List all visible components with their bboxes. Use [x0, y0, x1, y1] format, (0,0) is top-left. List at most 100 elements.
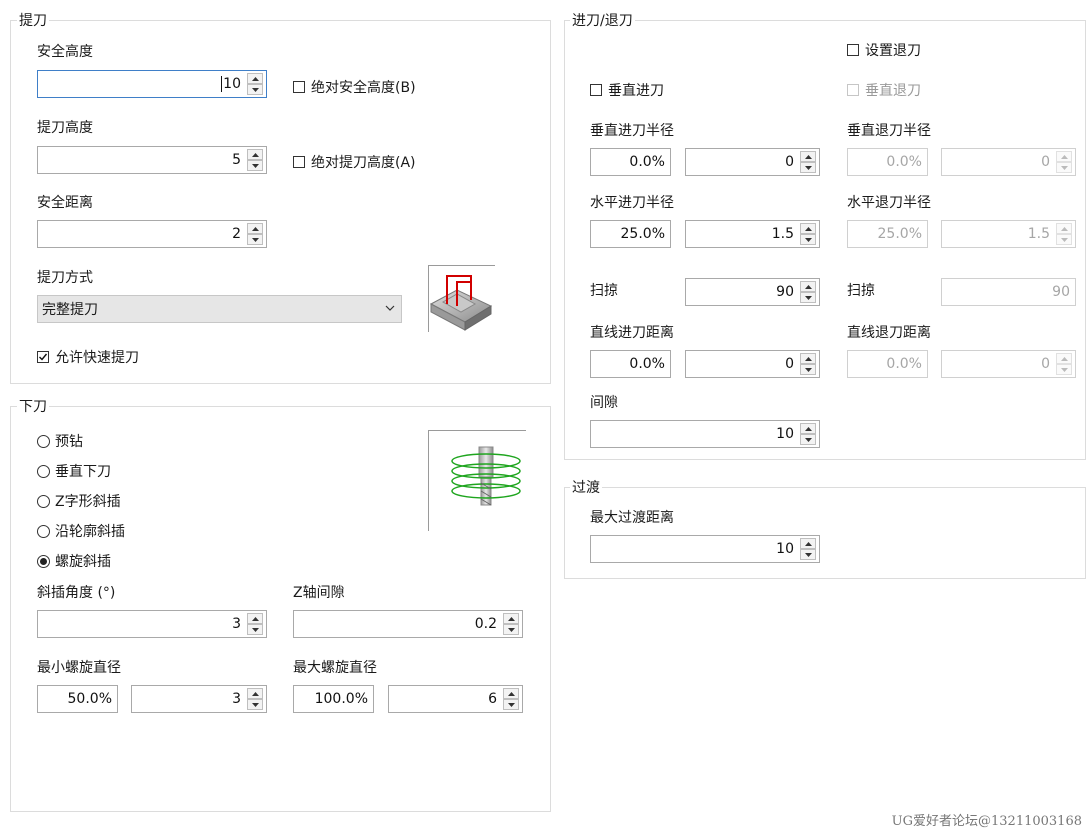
- abs-retract-height-checkbox[interactable]: 绝对提刀高度(A): [293, 152, 416, 172]
- set-retract-checkbox[interactable]: 设置退刀: [847, 40, 921, 60]
- spin-up-button[interactable]: [247, 149, 263, 160]
- spin-down-button[interactable]: [800, 292, 816, 303]
- checkbox-box[interactable]: [590, 84, 602, 96]
- spin-down-button[interactable]: [800, 234, 816, 245]
- max-helix-input[interactable]: 6: [388, 685, 523, 713]
- spin-up-button[interactable]: [247, 73, 263, 84]
- safe-height-input[interactable]: 10: [37, 70, 267, 98]
- checkbox-box[interactable]: [847, 44, 859, 56]
- spin-up-button[interactable]: [503, 613, 519, 624]
- spin-down-button[interactable]: [800, 162, 816, 173]
- plunge-option-zigzag[interactable]: Z字形斜插: [37, 491, 121, 511]
- plunge-option-label: 螺旋斜插: [55, 554, 111, 570]
- spin-down-button[interactable]: [503, 699, 519, 710]
- arrow-down-icon: [252, 703, 259, 707]
- horiz-out-radius-spinner[interactable]: [1056, 223, 1072, 245]
- spin-up-button[interactable]: [247, 223, 263, 234]
- sweep-in-input[interactable]: 90: [685, 278, 820, 306]
- radio-circle[interactable]: [37, 434, 50, 448]
- plunge-option-helix[interactable]: 螺旋斜插: [37, 551, 111, 571]
- spin-down-button[interactable]: [800, 364, 816, 375]
- checkbox-box[interactable]: [37, 351, 49, 363]
- plunge-option-profile[interactable]: 沿轮廓斜插: [37, 521, 125, 541]
- spin-up-button[interactable]: [503, 688, 519, 699]
- checkbox-box[interactable]: [293, 81, 305, 93]
- safe-height-spinner[interactable]: [247, 73, 263, 95]
- spin-down-button[interactable]: [247, 84, 263, 95]
- vert-out-radius-input[interactable]: 0: [941, 148, 1076, 176]
- line-out-spinner[interactable]: [1056, 353, 1072, 375]
- spin-up-button[interactable]: [800, 151, 816, 162]
- z-clearance-spinner[interactable]: [503, 613, 519, 635]
- checkbox-box[interactable]: [293, 156, 305, 168]
- spin-up-button[interactable]: [247, 688, 263, 699]
- horiz-out-radius-input[interactable]: 1.5: [941, 220, 1076, 248]
- max-transition-input[interactable]: 10: [590, 535, 820, 563]
- spin-up-button[interactable]: [800, 423, 816, 434]
- spin-up-button[interactable]: [1056, 353, 1072, 364]
- spin-down-button[interactable]: [247, 624, 263, 635]
- safe-distance-input[interactable]: 2: [37, 220, 267, 248]
- vert-out-radius-percent-input[interactable]: 0.0%: [847, 148, 928, 176]
- allow-rapid-checkbox[interactable]: 允许快速提刀: [37, 347, 139, 367]
- radio-circle[interactable]: [37, 524, 50, 538]
- retract-height-spinner[interactable]: [247, 149, 263, 171]
- vertical-lead-out-checkbox[interactable]: 垂直退刀: [847, 80, 921, 100]
- spin-down-button[interactable]: [247, 160, 263, 171]
- spin-up-button[interactable]: [1056, 151, 1072, 162]
- line-out-percent-input[interactable]: 0.0%: [847, 350, 928, 378]
- plunge-option-predrill[interactable]: 预钻: [37, 431, 83, 451]
- spin-down-button[interactable]: [503, 624, 519, 635]
- spin-down-button[interactable]: [800, 549, 816, 560]
- z-clearance-input[interactable]: 0.2: [293, 610, 523, 638]
- spin-down-button[interactable]: [247, 234, 263, 245]
- plunge-option-vertical[interactable]: 垂直下刀: [37, 461, 111, 481]
- gap-input[interactable]: 10: [590, 420, 820, 448]
- max-helix-percent-input[interactable]: 100.0%: [293, 685, 374, 713]
- retract-height-input[interactable]: 5: [37, 146, 267, 174]
- vertical-lead-in-checkbox[interactable]: 垂直进刀: [590, 80, 664, 100]
- horiz-in-radius-spinner[interactable]: [800, 223, 816, 245]
- safe-distance-spinner[interactable]: [247, 223, 263, 245]
- horiz-in-radius-percent-input[interactable]: 25.0%: [590, 220, 671, 248]
- horiz-in-radius-input[interactable]: 1.5: [685, 220, 820, 248]
- vert-in-radius-percent-input[interactable]: 0.0%: [590, 148, 671, 176]
- min-helix-input[interactable]: 3: [131, 685, 267, 713]
- line-in-percent-input[interactable]: 0.0%: [590, 350, 671, 378]
- max-transition-spinner[interactable]: [800, 538, 816, 560]
- ramp-angle-input[interactable]: 3: [37, 610, 267, 638]
- retract-mode-select[interactable]: 完整提刀: [37, 295, 402, 323]
- gap-spinner[interactable]: [800, 423, 816, 445]
- abs-safe-height-checkbox[interactable]: 绝对安全高度(B): [293, 77, 416, 97]
- vert-in-radius-spinner[interactable]: [800, 151, 816, 173]
- min-helix-percent-input[interactable]: 50.0%: [37, 685, 118, 713]
- vert-out-radius-spinner[interactable]: [1056, 151, 1072, 173]
- radio-circle[interactable]: [37, 494, 50, 508]
- spin-up-button[interactable]: [800, 281, 816, 292]
- spin-up-button[interactable]: [800, 223, 816, 234]
- spin-up-button[interactable]: [800, 353, 816, 364]
- spin-up-button[interactable]: [1056, 223, 1072, 234]
- sweep-in-spinner[interactable]: [800, 281, 816, 303]
- spin-down-button[interactable]: [800, 434, 816, 445]
- spin-down-button[interactable]: [247, 699, 263, 710]
- vert-in-radius-input[interactable]: 0: [685, 148, 820, 176]
- spin-down-button[interactable]: [1056, 364, 1072, 375]
- spin-up-button[interactable]: [247, 613, 263, 624]
- min-helix-spinner[interactable]: [247, 688, 263, 710]
- horiz-out-radius-percent-value: 25.0%: [877, 226, 922, 242]
- checkbox-box[interactable]: [847, 84, 859, 96]
- radio-circle[interactable]: [37, 554, 50, 568]
- spin-down-button[interactable]: [1056, 162, 1072, 173]
- ramp-angle-spinner[interactable]: [247, 613, 263, 635]
- spin-up-button[interactable]: [800, 538, 816, 549]
- transition-group-title: 过渡: [570, 477, 602, 497]
- radio-circle[interactable]: [37, 464, 50, 478]
- line-in-input[interactable]: 0: [685, 350, 820, 378]
- line-in-spinner[interactable]: [800, 353, 816, 375]
- sweep-out-input[interactable]: 90: [941, 278, 1076, 306]
- line-out-input[interactable]: 0: [941, 350, 1076, 378]
- max-helix-spinner[interactable]: [503, 688, 519, 710]
- spin-down-button[interactable]: [1056, 234, 1072, 245]
- horiz-out-radius-percent-input[interactable]: 25.0%: [847, 220, 928, 248]
